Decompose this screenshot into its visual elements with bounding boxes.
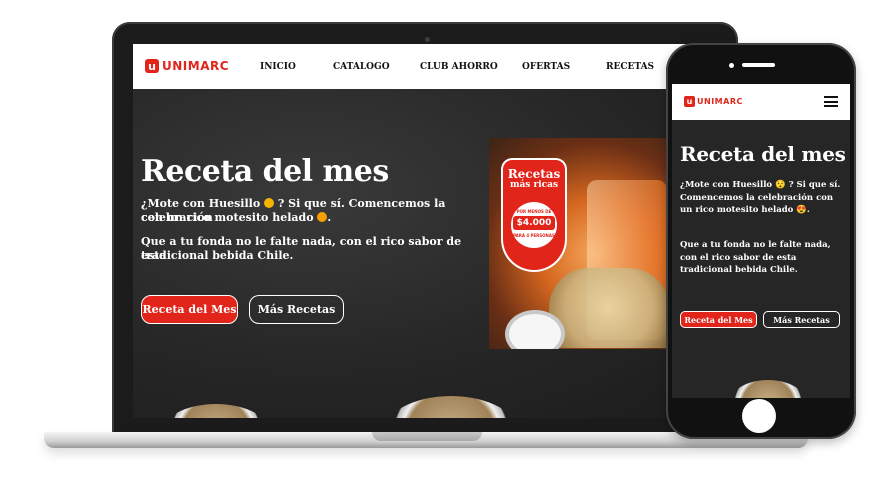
- badge-subtitle: más ricas: [509, 180, 559, 190]
- logo-mark: u: [145, 59, 159, 73]
- navbar: u UNIMARC INICIO CATALOGO CLUB AHORRO OF…: [133, 44, 728, 89]
- home-button[interactable]: [742, 399, 776, 433]
- mobile-receta-del-mes-button[interactable]: Receta del Mes: [680, 311, 757, 328]
- laptop-camera: [425, 37, 430, 42]
- bowl-image: [728, 380, 808, 398]
- badge-caption-bottom: PARA 4 PERSONAS: [513, 233, 555, 238]
- phone-speaker: [742, 63, 775, 67]
- logo-text: UNIMARC: [697, 97, 743, 106]
- receta-del-mes-button[interactable]: Receta del Mes: [141, 295, 238, 324]
- nav-club-ahorro[interactable]: CLUB AHORRO: [420, 62, 498, 72]
- bowl-image: [161, 404, 271, 418]
- badge-price: $4.000: [513, 216, 555, 230]
- mobile-navbar: u UNIMARC: [672, 84, 850, 120]
- badge-title-text: Recetas: [507, 167, 561, 181]
- hero-line2: con un rico motesito helado: [141, 211, 314, 224]
- hero-text-line4: tradicional bebida Chile.: [141, 249, 294, 262]
- unimarc-logo[interactable]: u UNIMARC: [145, 59, 229, 73]
- mobile-hero-title: Receta del mes: [680, 142, 846, 166]
- hero-line1-a: ¿Mote con Huesillo: [141, 197, 261, 210]
- nav-catalogo[interactable]: CATALOGO: [333, 62, 390, 72]
- logo-mark: u: [684, 96, 695, 107]
- logo-text: UNIMARC: [162, 59, 230, 73]
- nav-ofertas[interactable]: OFERTAS: [522, 62, 570, 72]
- mas-recetas-button[interactable]: Más Recetas: [249, 295, 344, 324]
- laptop-notch: [372, 432, 482, 441]
- nav-inicio[interactable]: INICIO: [260, 62, 296, 72]
- heart-eyes-emoji-icon: [317, 212, 328, 222]
- surprised-emoji-icon: [264, 198, 275, 208]
- promo-badge: Recetas más ricas POR MENOS DE $4.000 PA…: [503, 160, 565, 270]
- mobile-hero-text-2: Que a tu fonda no le falte nada, con el …: [680, 240, 831, 275]
- mobile-mas-recetas-button[interactable]: Más Recetas: [763, 311, 840, 328]
- hamburger-menu-icon[interactable]: [824, 96, 838, 107]
- hero-title: Receta del mes: [141, 154, 389, 189]
- badge-title: Recetas más ricas: [503, 168, 565, 190]
- mobile-unimarc-logo[interactable]: u UNIMARC: [684, 96, 743, 107]
- laptop-screen: u UNIMARC INICIO CATALOGO CLUB AHORRO OF…: [133, 44, 728, 418]
- bowl-image: [381, 396, 521, 418]
- phone-screen: u UNIMARC Receta del mes ¿Mote con Huesi…: [672, 84, 850, 398]
- hero-text-line2: con un rico motesito helado .: [141, 211, 332, 224]
- mote-grain-illustration: [549, 268, 667, 348]
- badge-caption-top: POR MENOS DE: [516, 209, 552, 214]
- phone-camera: [729, 63, 734, 68]
- badge-price-circle: POR MENOS DE $4.000 PARA 4 PERSONAS: [511, 202, 557, 248]
- mobile-hero-text-1: ¿Mote con Huesillo 😯 ? Si que sí. Comenc…: [680, 180, 841, 215]
- promo-image[interactable]: Recetas más ricas POR MENOS DE $4.000 PA…: [489, 138, 667, 349]
- nav-recetas[interactable]: RECETAS: [606, 62, 654, 72]
